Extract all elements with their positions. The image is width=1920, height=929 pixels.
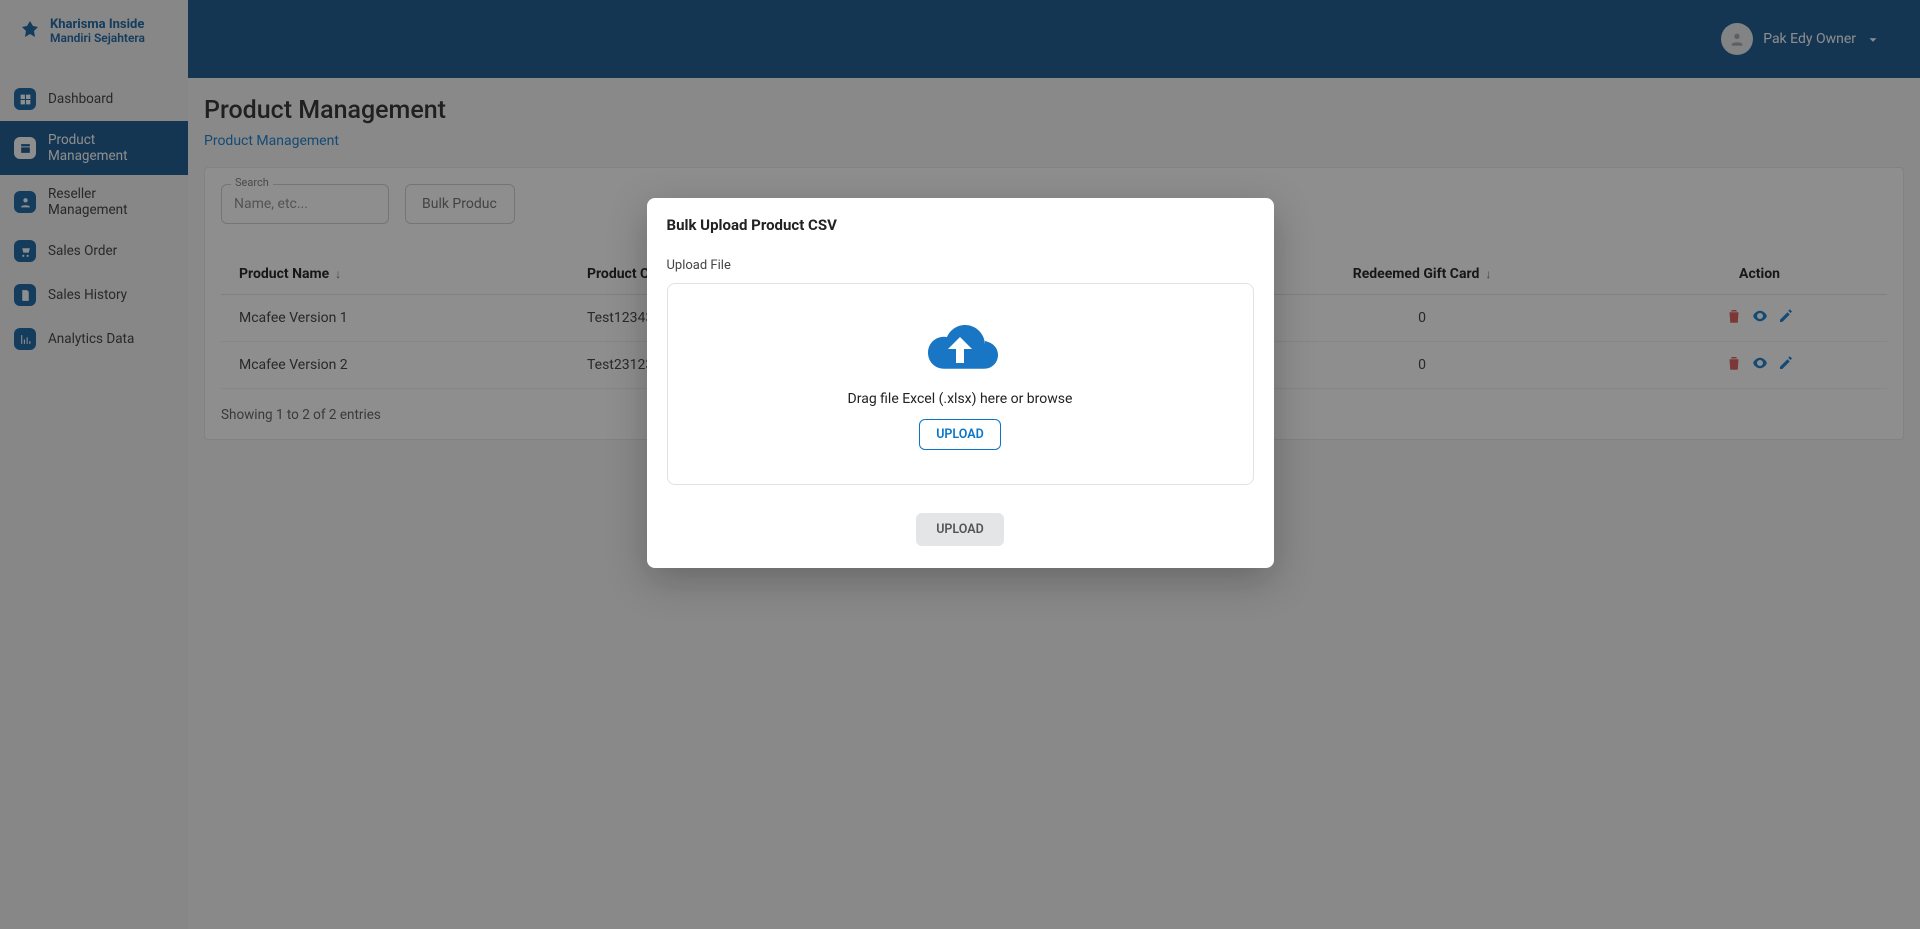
bulk-upload-modal: Bulk Upload Product CSV Upload File Drag… [647,198,1274,568]
file-dropzone[interactable]: Drag file Excel (.xlsx) here or browse U… [667,283,1254,485]
submit-upload-button[interactable]: UPLOAD [916,513,1004,546]
dropzone-text: Drag file Excel (.xlsx) here or browse [848,391,1073,407]
modal-footer: UPLOAD [667,513,1254,546]
modal-overlay[interactable]: Bulk Upload Product CSV Upload File Drag… [0,0,1920,929]
upload-file-label: Upload File [667,258,1254,273]
browse-upload-button[interactable]: UPLOAD [919,419,1001,450]
cloud-upload-icon [917,319,1003,379]
modal-title: Bulk Upload Product CSV [667,216,1254,234]
